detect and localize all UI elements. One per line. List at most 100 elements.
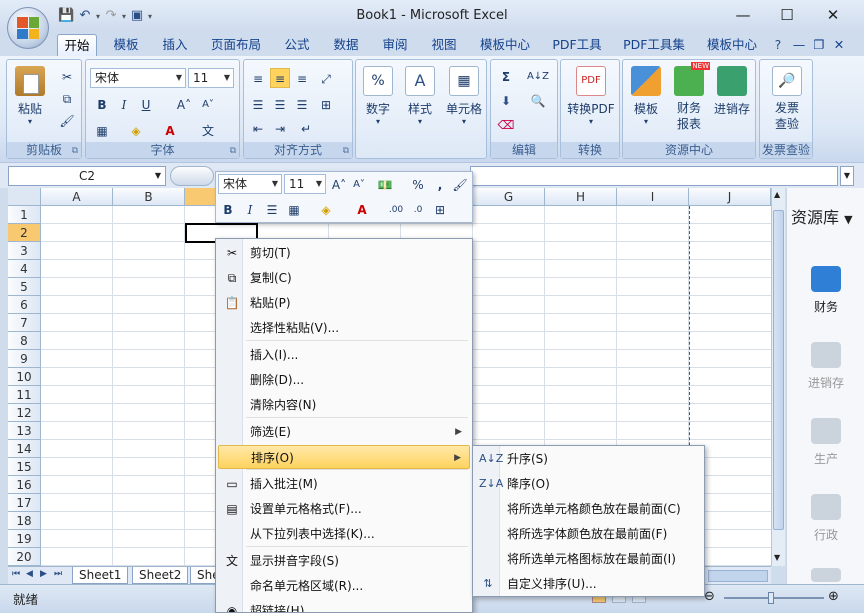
tab-page-layout[interactable]: 页面布局 <box>207 34 265 56</box>
align-top-icon[interactable]: ≡ <box>248 68 268 88</box>
template-button[interactable]: 模板 ▾ <box>627 66 665 126</box>
mini-font-color-icon[interactable]: A <box>352 199 372 219</box>
convert-pdf-button[interactable]: PDF 转换PDF ▾ <box>563 66 619 126</box>
ribbon-restore-button[interactable]: ❐ <box>812 34 826 56</box>
mini-format-painter-icon[interactable]: 🖌 <box>450 174 470 194</box>
mini-border-icon[interactable]: ▦ <box>284 199 304 219</box>
context-menu-item[interactable]: 选择性粘贴(V)... <box>218 316 470 340</box>
last-sheet-icon[interactable]: ⏭ <box>54 569 62 579</box>
style-button[interactable]: A 样式 ▾ <box>402 66 438 126</box>
context-menu-item[interactable]: 删除(D)... <box>218 368 470 392</box>
maximize-button[interactable]: ☐ <box>776 6 798 24</box>
context-menu-item[interactable]: ◉ 超链接(H)... <box>218 599 470 612</box>
row-header[interactable]: 18 <box>8 512 41 530</box>
mini-comma-button[interactable]: , <box>430 174 450 194</box>
border-icon[interactable]: ▦ <box>92 120 112 140</box>
scroll-up-icon[interactable]: ▲ <box>774 190 780 199</box>
select-all-corner[interactable] <box>8 188 41 206</box>
mini-fill-color-icon[interactable]: ◈ <box>316 199 336 219</box>
first-sheet-icon[interactable]: ⏮ <box>12 569 20 579</box>
context-menu-item[interactable]: 清除内容(N) <box>218 393 470 417</box>
mini-merge-icon[interactable]: ⊞ <box>430 199 450 219</box>
mini-grow-font-icon[interactable]: A˄ <box>330 174 348 194</box>
context-menu-item[interactable]: 筛选(E) ▶ <box>218 420 470 444</box>
sheet-tab[interactable]: Sheet2 <box>132 567 189 584</box>
row-header[interactable]: 13 <box>8 422 41 440</box>
row-header[interactable]: 5 <box>8 278 41 296</box>
context-menu-item[interactable]: 排序(O) ▶ <box>218 445 470 469</box>
ribbon-minimize-button[interactable]: — <box>792 34 806 56</box>
help-icon[interactable]: ? <box>770 34 786 56</box>
row-header[interactable]: 2 <box>8 224 41 242</box>
close-button[interactable]: ✕ <box>822 6 844 24</box>
column-header[interactable]: H <box>545 188 617 206</box>
sort-submenu-item[interactable]: 将所选单元格图标放在最前面(I) <box>475 547 703 571</box>
zoom-thumb[interactable] <box>768 592 774 604</box>
name-box[interactable]: C2 ▼ <box>8 166 166 186</box>
zoom-out-icon[interactable]: ⊖ <box>704 589 715 604</box>
autosum-button[interactable]: Σ <box>493 66 519 86</box>
orientation-icon[interactable]: ⤢ <box>316 68 336 88</box>
align-bottom-icon[interactable]: ≡ <box>292 68 312 88</box>
row-header[interactable]: 16 <box>8 476 41 494</box>
row-header[interactable]: 4 <box>8 260 41 278</box>
context-menu-item[interactable]: 命名单元格区域(R)... <box>218 574 470 598</box>
row-header[interactable]: 14 <box>8 440 41 458</box>
alignment-launcher-icon[interactable]: ⧉ <box>343 146 349 156</box>
align-left-icon[interactable]: ☰ <box>248 94 268 114</box>
column-header[interactable]: B <box>113 188 185 206</box>
context-menu-item[interactable]: 文显示拼音字段(S) <box>218 549 470 573</box>
inventory-button[interactable]: 进销存 <box>711 66 753 117</box>
context-menu-item[interactable]: 插入(I)... <box>218 343 470 367</box>
paste-button[interactable]: 粘贴 ▾ <box>13 66 47 126</box>
cells-button[interactable]: ▦ 单元格 ▾ <box>444 66 484 126</box>
font-color-icon[interactable]: A <box>160 120 180 140</box>
sort-submenu-item[interactable]: 将所选字体颜色放在最前面(F) <box>475 522 703 546</box>
column-header[interactable]: A <box>41 188 113 206</box>
context-menu-item[interactable]: ⧉ 复制(C) <box>218 266 470 290</box>
context-menu-item[interactable]: ✂ 剪切(T) <box>218 241 470 265</box>
mini-center-icon[interactable]: ☰ <box>262 199 282 219</box>
row-header[interactable]: 11 <box>8 386 41 404</box>
sidebar-item-more[interactable] <box>787 568 864 588</box>
clear-icon[interactable]: ⌫ <box>493 114 519 134</box>
tab-review[interactable]: 审阅 <box>375 34 415 56</box>
cut-icon[interactable]: ✂ <box>57 66 77 86</box>
row-header[interactable]: 19 <box>8 530 41 548</box>
mini-size-combo[interactable]: 11 ▼ <box>284 174 326 194</box>
column-header[interactable]: G <box>473 188 545 206</box>
formula-expand-button[interactable]: ▼ <box>840 166 854 186</box>
tab-view[interactable]: 视图 <box>424 34 464 56</box>
row-header[interactable]: 12 <box>8 404 41 422</box>
context-menu-item[interactable]: ▤ 设置单元格格式(F)... <box>218 497 470 521</box>
sort-submenu-item[interactable]: A↓Z 升序(S) <box>475 447 703 471</box>
mini-percent-button[interactable]: % <box>408 174 428 194</box>
row-header[interactable]: 6 <box>8 296 41 314</box>
underline-button[interactable]: U <box>136 94 156 114</box>
row-header[interactable]: 8 <box>8 332 41 350</box>
invoice-check-button[interactable]: 🔎 发票查验 <box>762 66 812 132</box>
horizontal-scrollbar[interactable] <box>708 570 768 582</box>
prev-sheet-icon[interactable]: ◀ <box>26 569 33 579</box>
font-size-combo[interactable]: 11 ▼ <box>188 68 234 88</box>
mini-decrease-decimal-button[interactable]: .0 <box>408 199 428 219</box>
vertical-scroll-thumb[interactable] <box>773 210 784 530</box>
formula-bar-toggle[interactable] <box>170 166 214 186</box>
sort-submenu-item[interactable]: ⇅ 自定义排序(U)... <box>475 572 703 596</box>
bold-button[interactable]: B <box>92 94 112 114</box>
tab-data[interactable]: 数据 <box>326 34 366 56</box>
sidebar-item-finance[interactable]: 财务 <box>787 266 864 315</box>
row-header[interactable]: 1 <box>8 206 41 224</box>
font-launcher-icon[interactable]: ⧉ <box>230 146 236 156</box>
fill-color-icon[interactable]: ◈ <box>126 120 146 140</box>
phonetic-button[interactable]: 文 <box>198 120 218 140</box>
format-painter-icon[interactable]: 🖌 <box>57 110 77 130</box>
row-header[interactable]: 17 <box>8 494 41 512</box>
context-menu-item[interactable]: 从下拉列表中选择(K)... <box>218 522 470 546</box>
decrease-indent-icon[interactable]: ⇤ <box>248 118 268 138</box>
row-header[interactable]: 3 <box>8 242 41 260</box>
sidebar-title[interactable]: 资源库 ▼ <box>791 204 853 228</box>
row-header[interactable]: 15 <box>8 458 41 476</box>
tab-home[interactable]: 开始 <box>57 34 97 56</box>
sidebar-item-production[interactable]: 生产 <box>787 418 864 467</box>
